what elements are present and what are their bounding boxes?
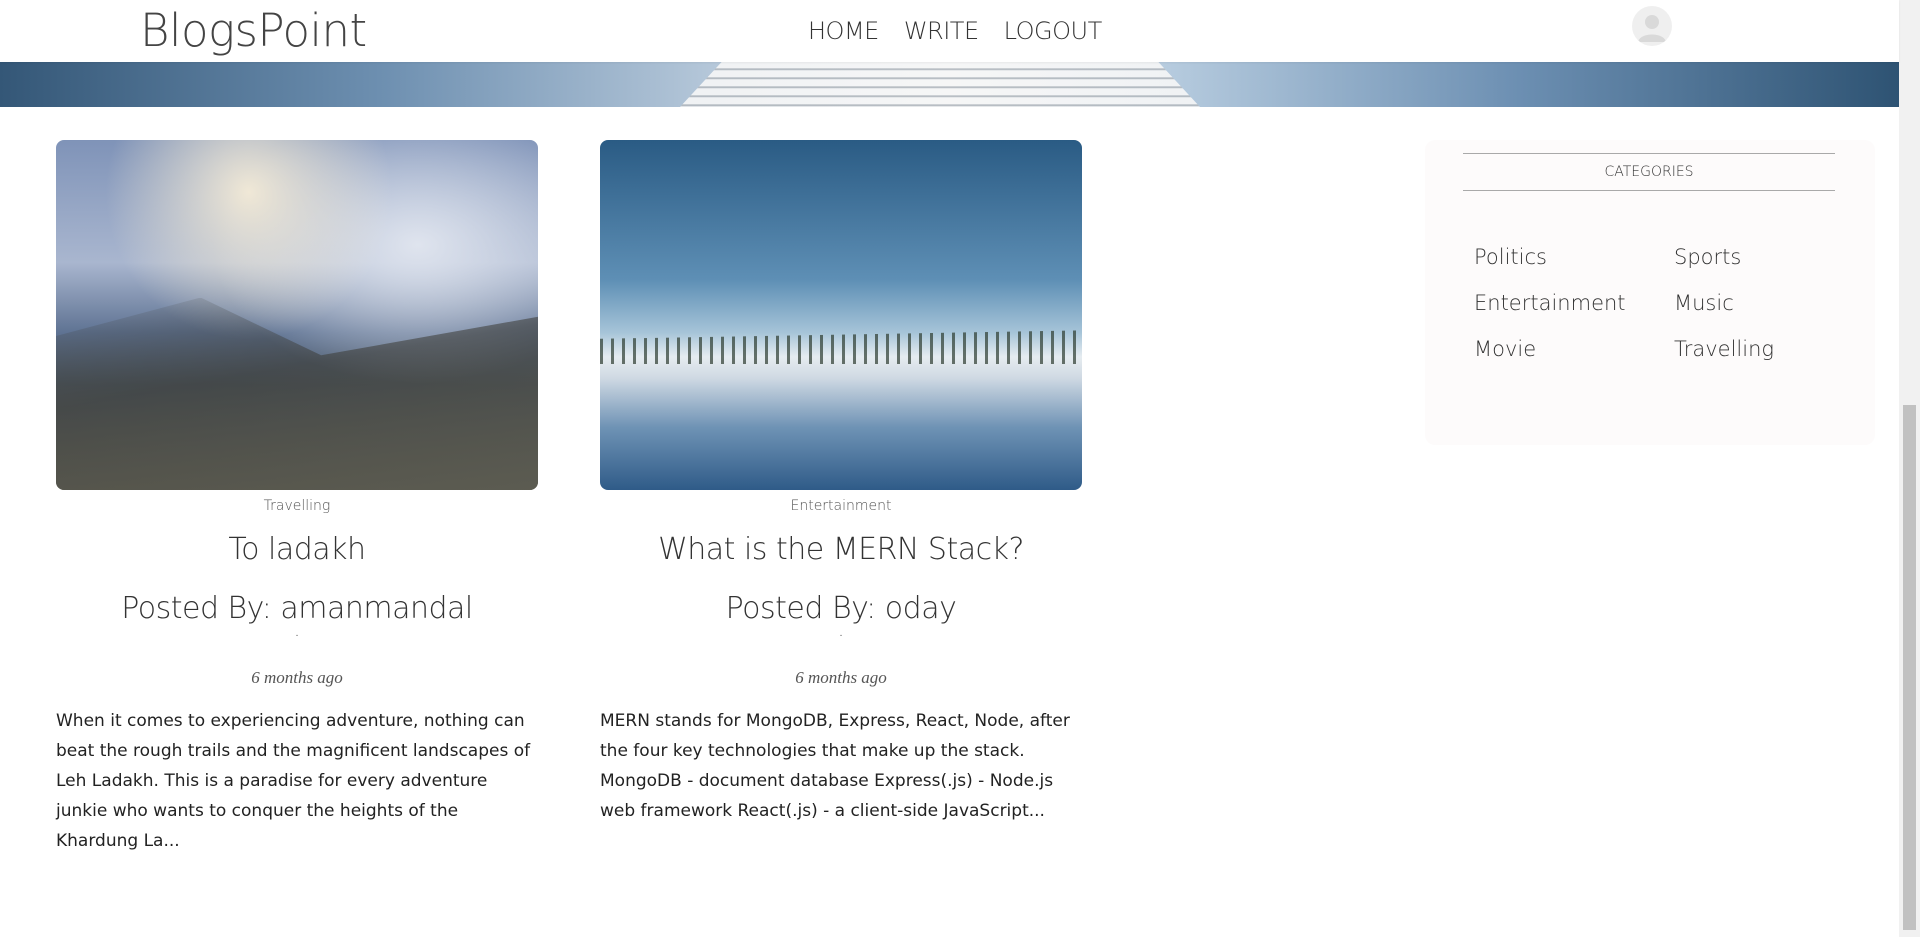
post-card[interactable]: Travelling To ladakh Posted By: amanmand… — [56, 140, 538, 856]
post-image-mern[interactable] — [600, 140, 1082, 490]
post-excerpt: MERN stands for MongoDB, Express, React,… — [600, 711, 1070, 821]
post-author: Posted By: oday — [725, 591, 957, 626]
brand-logo[interactable]: BlogsPoint — [140, 6, 367, 56]
category-politics[interactable]: Politics — [1474, 245, 1674, 269]
post-image-ladakh[interactable] — [56, 140, 538, 490]
post-category[interactable]: Entertainment — [600, 498, 1082, 514]
post-title[interactable]: To ladakh — [56, 532, 538, 567]
post-category[interactable]: Travelling — [56, 498, 538, 514]
category-travelling[interactable]: Travelling — [1674, 337, 1874, 361]
scrollbar-thumb[interactable] — [1903, 405, 1916, 930]
post-date: 6 months ago — [795, 668, 887, 687]
nav-home[interactable]: HOME — [808, 17, 879, 45]
post-excerpt: When it comes to experiencing adventure,… — [56, 711, 531, 851]
category-music[interactable]: Music — [1674, 291, 1874, 315]
post-title[interactable]: What is the MERN Stack? — [600, 532, 1082, 567]
separator-dot: . — [295, 628, 299, 639]
category-sports[interactable]: Sports — [1674, 245, 1874, 269]
separator-dot: . — [839, 628, 843, 639]
user-avatar-icon[interactable] — [1632, 6, 1672, 46]
top-bar: BlogsPoint HOME WRITE LOGOUT — [0, 0, 1899, 62]
main-nav: HOME WRITE LOGOUT — [808, 17, 1102, 45]
category-entertainment[interactable]: Entertainment — [1474, 291, 1674, 315]
nav-write[interactable]: WRITE — [904, 17, 979, 45]
page-scrollbar[interactable] — [1899, 0, 1920, 937]
category-list: Politics Sports Entertainment Music Movi… — [1474, 245, 1874, 361]
categories-sidebar: CATEGORIES Politics Sports Entertainment… — [1425, 140, 1875, 445]
category-movie[interactable]: Movie — [1474, 337, 1674, 361]
post-author: Posted By: amanmandal — [121, 591, 473, 626]
nav-logout[interactable]: LOGOUT — [1004, 17, 1103, 45]
hero-banner — [0, 62, 1899, 107]
hero-dock-image — [680, 62, 1200, 107]
sidebar-title: CATEGORIES — [1463, 153, 1835, 191]
post-card[interactable]: Entertainment What is the MERN Stack? Po… — [600, 140, 1082, 826]
post-date: 6 months ago — [251, 668, 343, 687]
user-silhouette-icon — [1638, 15, 1666, 42]
